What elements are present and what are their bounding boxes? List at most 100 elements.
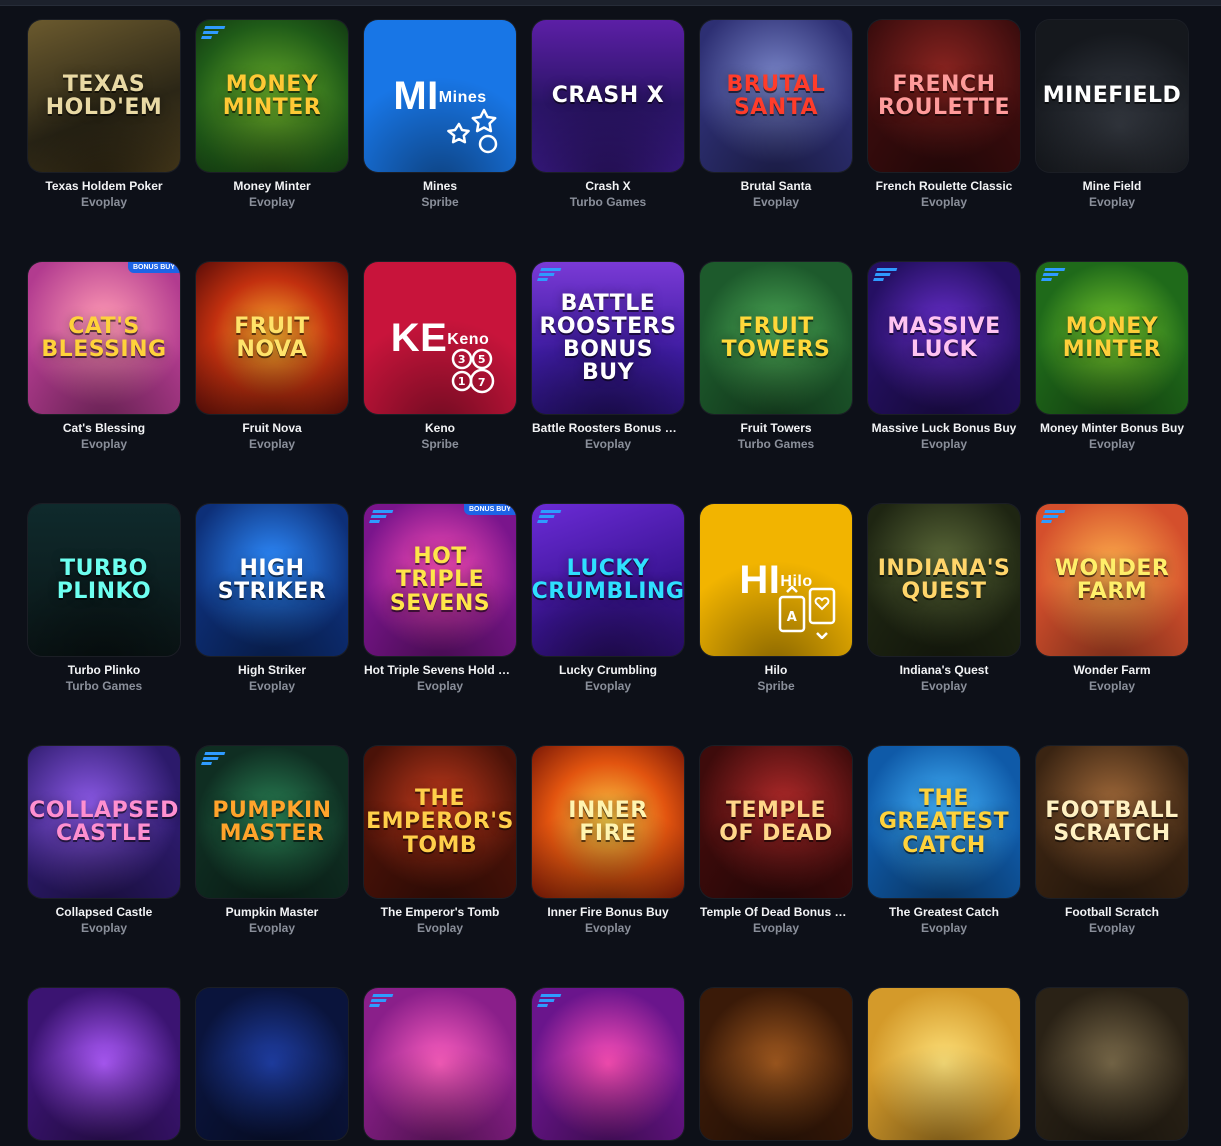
game-thumbnail[interactable]: CAT'S BLESSING BONUS BUY <box>28 262 180 414</box>
game-thumbnail[interactable]: MONEY MINTER <box>196 20 348 172</box>
game-thumbnail[interactable]: BATTLE ROOSTERS BONUS BUY <box>532 262 684 414</box>
game-card[interactable]: INNER FIRE Inner Fire Bonus Buy Evoplay <box>532 746 684 936</box>
game-title[interactable]: Fruit Towers <box>700 420 852 436</box>
game-card[interactable] <box>196 988 348 1146</box>
game-title[interactable]: Collapsed Castle <box>28 904 180 920</box>
game-title[interactable]: Massive Luck Bonus Buy <box>868 420 1020 436</box>
game-title[interactable]: Football Scratch <box>1036 904 1188 920</box>
game-title[interactable]: Brutal Santa <box>700 178 852 194</box>
game-thumbnail[interactable]: FRENCH ROULETTE <box>868 20 1020 172</box>
game-thumbnail[interactable]: FRUIT TOWERS <box>700 262 852 414</box>
game-thumbnail[interactable] <box>532 988 684 1140</box>
game-card[interactable]: HOT TRIPLE SEVENS BONUS BUY Hot Triple Sev… <box>364 504 516 694</box>
game-thumbnail[interactable]: MASSIVE LUCK <box>868 262 1020 414</box>
game-card[interactable]: CRASH X Crash X Turbo Games <box>532 20 684 210</box>
game-thumbnail[interactable] <box>28 988 180 1140</box>
game-thumbnail[interactable]: CRASH X <box>532 20 684 172</box>
game-thumbnail[interactable]: HOT TRIPLE SEVENS BONUS BUY <box>364 504 516 656</box>
game-title[interactable]: Temple Of Dead Bonus Buy <box>700 904 852 920</box>
game-title[interactable]: The Greatest Catch <box>868 904 1020 920</box>
game-thumbnail[interactable]: Hi Hilo A <box>700 504 852 656</box>
game-card[interactable] <box>532 988 684 1146</box>
game-thumbnail[interactable]: FOOTBALL SCRATCH <box>1036 746 1188 898</box>
game-thumbnail[interactable]: MINEFIELD <box>1036 20 1188 172</box>
game-card[interactable] <box>1036 988 1188 1146</box>
game-title[interactable]: Battle Roosters Bonus Buy <box>532 420 684 436</box>
game-card[interactable]: THE GREATEST CATCH The Greatest Catch Evop… <box>868 746 1020 936</box>
game-card[interactable]: LUCKY CRUMBLING Lucky Crumbling Evoplay <box>532 504 684 694</box>
emperor-art-icon: THE EMPEROR'S TOMB <box>366 786 514 858</box>
game-thumbnail[interactable]: INNER FIRE <box>532 746 684 898</box>
game-card[interactable]: CAT'S BLESSING BONUS BUY Cat's Blessing Evo… <box>28 262 180 452</box>
game-card[interactable]: PUMPKIN MASTER Pumpkin Master Evoplay <box>196 746 348 936</box>
game-card[interactable]: FOOTBALL SCRATCH Football Scratch Evoplay <box>1036 746 1188 936</box>
game-title[interactable]: Crash X <box>532 178 684 194</box>
game-card[interactable]: TEXAS HOLD'EM Texas Holdem Poker Evoplay <box>28 20 180 210</box>
game-thumbnail[interactable]: THE EMPEROR'S TOMB <box>364 746 516 898</box>
game-title[interactable]: Fruit Nova <box>196 420 348 436</box>
game-thumbnail[interactable] <box>364 988 516 1140</box>
game-title[interactable]: Hilo <box>700 662 852 678</box>
game-title[interactable]: The Emperor's Tomb <box>364 904 516 920</box>
game-card[interactable]: TURBO PLINKO Turbo Plinko Turbo Games <box>28 504 180 694</box>
game-thumbnail[interactable] <box>868 988 1020 1140</box>
game-thumbnail[interactable]: PUMPKIN MASTER <box>196 746 348 898</box>
game-title[interactable]: Hot Triple Sevens Hold and Win <box>364 662 516 678</box>
game-title[interactable]: Pumpkin Master <box>196 904 348 920</box>
game-thumbnail[interactable] <box>1036 988 1188 1140</box>
game-title[interactable]: Keno <box>364 420 516 436</box>
game-card[interactable] <box>868 988 1020 1146</box>
game-title[interactable]: High Striker <box>196 662 348 678</box>
game-title[interactable]: French Roulette Classic <box>868 178 1020 194</box>
game-card[interactable]: MONEY MINTER Money Minter Bonus Buy Evopla… <box>1036 262 1188 452</box>
game-card[interactable]: MONEY MINTER Money Minter Evoplay <box>196 20 348 210</box>
game-card[interactable]: TEMPLE OF DEAD Temple Of Dead Bonus Buy Ev… <box>700 746 852 936</box>
game-card[interactable] <box>28 988 180 1146</box>
game-title[interactable]: Money Minter <box>196 178 348 194</box>
game-thumbnail[interactable]: THE GREATEST CATCH <box>868 746 1020 898</box>
game-thumbnail[interactable]: HIGH STRIKER <box>196 504 348 656</box>
game-card[interactable]: MINEFIELD Mine Field Evoplay <box>1036 20 1188 210</box>
game-title[interactable]: Cat's Blessing <box>28 420 180 436</box>
game-card[interactable]: INDIANA'S QUEST Indiana's Quest Evoplay <box>868 504 1020 694</box>
game-title[interactable]: Lucky Crumbling <box>532 662 684 678</box>
game-thumbnail[interactable] <box>196 988 348 1140</box>
game-card[interactable]: Mi Mines Mines Spribe <box>364 20 516 210</box>
game-thumbnail[interactable]: MONEY MINTER <box>1036 262 1188 414</box>
inner-fire-art-icon: INNER FIRE <box>568 797 648 846</box>
game-card[interactable]: Ke Keno 3 5 1 7 Keno Spribe <box>364 262 516 452</box>
game-title[interactable]: Turbo Plinko <box>28 662 180 678</box>
game-card[interactable]: BATTLE ROOSTERS BONUS BUY Battle Roosters… <box>532 262 684 452</box>
game-card[interactable]: Hi Hilo A Hilo Spribe <box>700 504 852 694</box>
game-card[interactable]: BRUTAL SANTA Brutal Santa Evoplay <box>700 20 852 210</box>
game-thumbnail[interactable]: COLLAPSED CASTLE <box>28 746 180 898</box>
game-thumbnail[interactable]: TEXAS HOLD'EM <box>28 20 180 172</box>
game-card[interactable] <box>700 988 852 1146</box>
game-card[interactable] <box>364 988 516 1146</box>
game-title[interactable]: Money Minter Bonus Buy <box>1036 420 1188 436</box>
game-title[interactable]: Mines <box>364 178 516 194</box>
game-title[interactable]: Mine Field <box>1036 178 1188 194</box>
game-card[interactable]: COLLAPSED CASTLE Collapsed Castle Evoplay <box>28 746 180 936</box>
game-thumbnail[interactable]: BRUTAL SANTA <box>700 20 852 172</box>
game-thumbnail[interactable]: LUCKY CRUMBLING <box>532 504 684 656</box>
game-thumbnail[interactable] <box>700 988 852 1140</box>
game-card[interactable]: HIGH STRIKER High Striker Evoplay <box>196 504 348 694</box>
game-card[interactable]: FRUIT TOWERS Fruit Towers Turbo Games <box>700 262 852 452</box>
game-thumbnail[interactable]: Mi Mines <box>364 20 516 172</box>
game-card[interactable]: MASSIVE LUCK Massive Luck Bonus Buy Evopla… <box>868 262 1020 452</box>
game-title[interactable]: Inner Fire Bonus Buy <box>532 904 684 920</box>
game-thumbnail[interactable]: INDIANA'S QUEST <box>868 504 1020 656</box>
game-card[interactable]: THE EMPEROR'S TOMB The Emperor's Tomb Evop… <box>364 746 516 936</box>
game-title[interactable]: Texas Holdem Poker <box>28 178 180 194</box>
game-thumbnail[interactable]: TURBO PLINKO <box>28 504 180 656</box>
game-thumbnail[interactable]: Ke Keno 3 5 1 7 <box>364 262 516 414</box>
game-card[interactable]: FRENCH ROULETTE French Roulette Classic Ev… <box>868 20 1020 210</box>
game-title[interactable]: Indiana's Quest <box>868 662 1020 678</box>
game-card[interactable]: FRUIT NOVA Fruit Nova Evoplay <box>196 262 348 452</box>
game-thumbnail[interactable]: WONDER FARM <box>1036 504 1188 656</box>
game-thumbnail[interactable]: FRUIT NOVA <box>196 262 348 414</box>
game-title[interactable]: Wonder Farm <box>1036 662 1188 678</box>
game-thumbnail[interactable]: TEMPLE OF DEAD <box>700 746 852 898</box>
game-card[interactable]: WONDER FARM Wonder Farm Evoplay <box>1036 504 1188 694</box>
